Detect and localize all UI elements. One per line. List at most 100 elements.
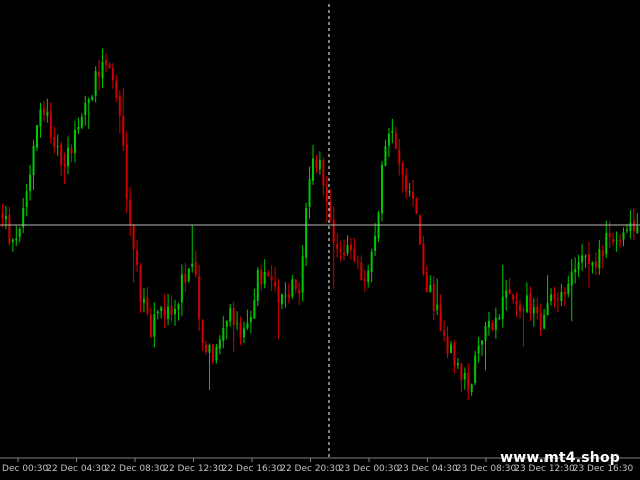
- candle-body: [177, 304, 180, 310]
- candle-body: [463, 372, 466, 380]
- candle-body: [243, 328, 245, 338]
- candle-body: [160, 307, 163, 312]
- candle-body: [208, 344, 211, 353]
- candle-body: [491, 322, 494, 330]
- x-tick-label: 22 Dec 20:30: [280, 464, 341, 474]
- candle-body: [253, 300, 256, 319]
- candle-body: [284, 295, 287, 297]
- candle-body: [36, 125, 38, 148]
- candle-body: [8, 214, 11, 244]
- candle-body: [1, 212, 4, 218]
- candle-body: [429, 285, 432, 293]
- candle-body: [443, 330, 446, 336]
- candle-body: [122, 115, 125, 147]
- candle-body: [574, 269, 577, 273]
- candle-body: [556, 298, 559, 300]
- candle-body: [53, 137, 56, 147]
- candle-body: [94, 71, 97, 96]
- candle-body: [343, 252, 346, 255]
- candle-body: [236, 323, 239, 325]
- candle-body: [432, 283, 435, 311]
- candle-body: [225, 321, 228, 327]
- candle-body: [46, 111, 49, 116]
- candle-body: [494, 317, 497, 330]
- candle-body: [594, 261, 597, 268]
- candle-body: [567, 283, 570, 294]
- candle-body: [60, 144, 63, 166]
- price-chart[interactable]: 22 Dec 00:3022 Dec 04:3022 Dec 08:3022 D…: [0, 0, 640, 480]
- candle-body: [498, 317, 501, 320]
- candle-body: [560, 291, 563, 301]
- candle-body: [322, 160, 325, 186]
- candle-body: [25, 191, 28, 207]
- candle-body: [608, 233, 611, 238]
- x-tick-label: 22 Dec 16:30: [222, 464, 283, 474]
- candle-body: [111, 68, 114, 81]
- candle-body: [298, 290, 301, 294]
- candle-body: [39, 109, 42, 127]
- candle-body: [484, 325, 487, 341]
- candle-body: [405, 175, 408, 192]
- candle-body: [167, 306, 170, 319]
- candle-body: [539, 312, 542, 331]
- candle-body: [367, 270, 370, 282]
- candle-body: [170, 305, 173, 315]
- candle-body: [446, 336, 449, 355]
- candles-layer: [1, 48, 639, 400]
- candle-body: [456, 363, 459, 366]
- candle-body: [215, 346, 218, 361]
- candle-body: [49, 111, 52, 139]
- candle-body: [156, 311, 159, 314]
- candle-body: [349, 244, 352, 251]
- candle-body: [450, 344, 452, 353]
- candle-body: [581, 255, 584, 263]
- candle-body: [136, 250, 139, 266]
- candle-body: [4, 215, 7, 220]
- candle-body: [336, 244, 339, 249]
- candle-body: [280, 294, 283, 305]
- candle-body: [387, 133, 390, 146]
- candle-body: [211, 344, 214, 362]
- candle-body: [118, 95, 121, 116]
- candle-body: [246, 322, 249, 329]
- candle-body: [629, 222, 632, 231]
- candle-body: [563, 291, 566, 295]
- candle-body: [525, 295, 528, 313]
- candle-body: [142, 298, 145, 303]
- watermark-text: www.mt4.shop: [500, 450, 620, 466]
- candle-body: [477, 345, 480, 354]
- candle-body: [519, 305, 521, 311]
- candle-body: [532, 307, 535, 314]
- candle-body: [312, 158, 314, 181]
- candle-body: [436, 304, 439, 310]
- candle-body: [267, 273, 270, 277]
- candle-body: [384, 146, 387, 166]
- x-tick-label: 23 Dec 00:30: [339, 464, 400, 474]
- candle-body: [180, 274, 183, 303]
- candle-body: [77, 126, 80, 130]
- candle-body: [218, 339, 221, 349]
- candle-body: [87, 99, 90, 103]
- candle-body: [205, 344, 208, 352]
- candle-body: [201, 320, 204, 344]
- x-tick-label: 22 Dec 04:30: [46, 464, 107, 474]
- candle-body: [153, 313, 156, 337]
- candle-body: [232, 308, 235, 326]
- candle-body: [277, 286, 280, 303]
- candle-body: [505, 290, 508, 298]
- candle-body: [374, 236, 377, 251]
- candle-body: [84, 102, 87, 115]
- candle-body: [239, 322, 242, 339]
- candle-body: [222, 328, 225, 341]
- candle-body: [332, 219, 335, 243]
- candle-body: [360, 262, 363, 281]
- candle-body: [184, 273, 187, 283]
- candle-body: [308, 178, 311, 207]
- candle-body: [408, 191, 411, 193]
- candle-body: [287, 294, 290, 298]
- candle-body: [105, 60, 107, 65]
- candle-body: [125, 144, 128, 200]
- candle-body: [249, 317, 252, 322]
- candle-body: [615, 239, 618, 241]
- candle-body: [132, 224, 135, 250]
